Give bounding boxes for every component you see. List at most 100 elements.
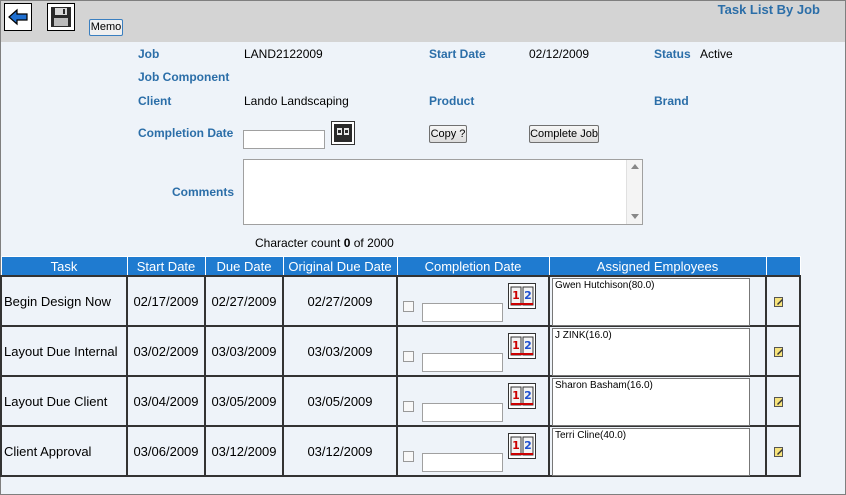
calendar-icon: 1 2 — [510, 285, 534, 307]
job-label: Job — [138, 47, 160, 61]
edit-icon[interactable] — [774, 447, 784, 457]
task-completion-date-input[interactable] — [422, 303, 503, 322]
task-due-date: 03/05/2009 — [204, 375, 284, 427]
complete-job-button[interactable]: Complete Job — [529, 125, 599, 143]
assigned-employees-box[interactable]: Terri Cline(40.0) — [552, 428, 750, 476]
svg-text:1: 1 — [512, 439, 520, 452]
client-label: Client — [138, 94, 172, 108]
task-start-date: 03/06/2009 — [126, 425, 206, 477]
task-completion-cell: 1 2 — [396, 325, 550, 377]
task-name: Layout Due Client — [0, 375, 128, 427]
save-disk-icon — [51, 7, 71, 27]
assigned-employees-box[interactable]: Sharon Basham(16.0) — [552, 378, 750, 426]
back-button[interactable] — [4, 3, 32, 31]
calendar-icon: 1 2 — [510, 335, 534, 357]
table-row: Client Approval 03/06/2009 03/12/2009 03… — [0, 425, 801, 477]
character-count-prefix: Character count — [255, 236, 344, 250]
comments-scrollbar[interactable] — [626, 160, 642, 224]
calendar-icon: 1 2 — [510, 385, 534, 407]
completion-date-input[interactable] — [243, 130, 325, 149]
edit-icon[interactable] — [774, 347, 784, 357]
task-start-date: 03/02/2009 — [126, 325, 206, 377]
edit-icon[interactable] — [774, 397, 784, 407]
task-completion-cell: 1 2 — [396, 425, 550, 477]
back-arrow-icon — [7, 7, 29, 27]
task-name: Layout Due Internal — [0, 325, 128, 377]
task-start-date: 03/04/2009 — [126, 375, 206, 427]
svg-text:2: 2 — [524, 339, 532, 352]
character-count-suffix: of 2000 — [350, 236, 394, 250]
completion-checkbox[interactable] — [403, 351, 414, 362]
calendar-button[interactable] — [331, 121, 355, 145]
col-header-start-date: Start Date — [126, 256, 206, 277]
client-value: Lando Landscaping — [244, 94, 349, 108]
page-title: Task List By Job — [717, 2, 820, 17]
col-header-task: Task — [0, 256, 128, 277]
col-header-assigned-employees: Assigned Employees — [548, 256, 767, 277]
svg-text:2: 2 — [524, 439, 532, 452]
col-header-actions — [765, 256, 801, 277]
task-completion-cell: 1 2 — [396, 275, 550, 327]
task-employees-cell: Terri Cline(40.0) — [548, 425, 767, 477]
task-due-date: 03/03/2009 — [204, 325, 284, 377]
task-due-date: 03/12/2009 — [204, 425, 284, 477]
copy-button[interactable]: Copy ? — [429, 125, 467, 143]
task-completion-date-input[interactable] — [422, 353, 503, 372]
brand-label: Brand — [654, 94, 689, 108]
task-edit-cell — [765, 375, 801, 427]
task-calendar-button[interactable]: 1 2 — [508, 383, 536, 409]
calendar-icon — [334, 124, 352, 142]
task-completion-date-input[interactable] — [422, 453, 503, 472]
task-employees-cell: J ZINK(16.0) — [548, 325, 767, 377]
comments-label: Comments — [172, 185, 235, 199]
task-original-due-date: 03/05/2009 — [282, 375, 398, 427]
table-header-row: Task Start Date Due Date Original Due Da… — [0, 256, 801, 277]
task-employees-cell: Gwen Hutchison(80.0) — [548, 275, 767, 327]
col-header-original-due-date: Original Due Date — [282, 256, 398, 277]
comments-textarea[interactable] — [243, 159, 643, 225]
task-original-due-date: 03/03/2009 — [282, 325, 398, 377]
table-row: Layout Due Client 03/04/2009 03/05/2009 … — [0, 375, 801, 427]
completion-checkbox[interactable] — [403, 301, 414, 312]
character-count: Character count 0 of 2000 — [255, 236, 394, 250]
task-calendar-button[interactable]: 1 2 — [508, 333, 536, 359]
task-edit-cell — [765, 275, 801, 327]
task-calendar-button[interactable]: 1 2 — [508, 283, 536, 309]
product-label: Product — [429, 94, 475, 108]
task-completion-date-input[interactable] — [422, 403, 503, 422]
start-date-label: Start Date — [429, 47, 486, 61]
edit-icon[interactable] — [774, 297, 784, 307]
completion-checkbox[interactable] — [403, 451, 414, 462]
completion-date-label: Completion Date — [138, 126, 234, 140]
svg-text:1: 1 — [512, 289, 520, 302]
col-header-completion-date: Completion Date — [396, 256, 550, 277]
task-name: Begin Design Now — [0, 275, 128, 327]
save-button[interactable] — [47, 3, 75, 31]
memo-button[interactable]: Memo — [89, 19, 123, 36]
task-employees-cell: Sharon Basham(16.0) — [548, 375, 767, 427]
calendar-icon: 1 2 — [510, 435, 534, 457]
col-header-due-date: Due Date — [204, 256, 284, 277]
assigned-employees-box[interactable]: Gwen Hutchison(80.0) — [552, 278, 750, 326]
task-calendar-button[interactable]: 1 2 — [508, 433, 536, 459]
svg-text:2: 2 — [524, 289, 532, 302]
task-edit-cell — [765, 425, 801, 477]
task-table: Task Start Date Due Date Original Due Da… — [0, 256, 801, 477]
svg-text:2: 2 — [524, 389, 532, 402]
completion-checkbox[interactable] — [403, 401, 414, 412]
job-component-label: Job Component — [138, 70, 230, 84]
table-row: Layout Due Internal 03/02/2009 03/03/200… — [0, 325, 801, 377]
table-row: Begin Design Now 02/17/2009 02/27/2009 0… — [0, 275, 801, 327]
status-label: Status — [654, 47, 691, 61]
task-completion-cell: 1 2 — [396, 375, 550, 427]
task-edit-cell — [765, 325, 801, 377]
task-original-due-date: 03/12/2009 — [282, 425, 398, 477]
scroll-up-arrow-icon[interactable] — [631, 164, 639, 169]
job-value: LAND2122009 — [244, 47, 323, 61]
svg-text:1: 1 — [512, 339, 520, 352]
scroll-down-arrow-icon[interactable] — [631, 214, 639, 219]
svg-text:1: 1 — [512, 389, 520, 402]
assigned-employees-box[interactable]: J ZINK(16.0) — [552, 328, 750, 376]
task-due-date: 02/27/2009 — [204, 275, 284, 327]
start-date-value: 02/12/2009 — [529, 47, 590, 61]
